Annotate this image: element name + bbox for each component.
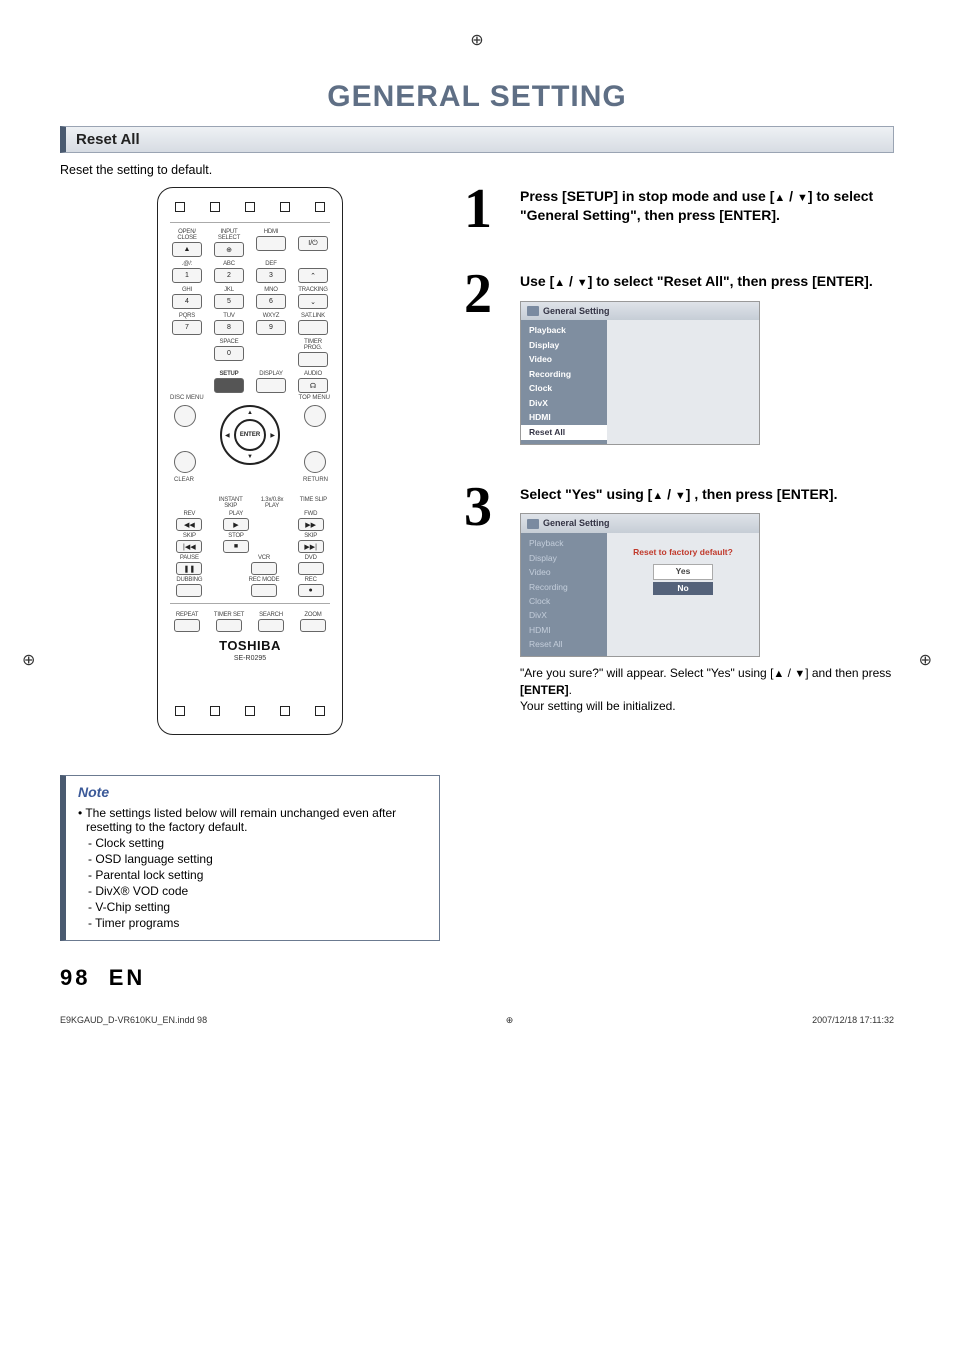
step-1-num: 1 bbox=[464, 187, 510, 232]
step-3: 3 Select "Yes" using [▲ / ▼] , then pres… bbox=[464, 485, 894, 715]
remote-control-diagram: OPEN/ CLOSE▲ INPUT SELECT⊕ HDMI I/⏻ .@/:… bbox=[157, 187, 343, 735]
btn-enter: ENTER bbox=[234, 419, 266, 451]
remote-brand: TOSHIBA bbox=[219, 638, 281, 653]
btn-search bbox=[258, 619, 284, 632]
step-1: 1 Press [SETUP] in stop mode and use [▲ … bbox=[464, 187, 894, 232]
btn-pause: ❚❚ bbox=[176, 562, 202, 575]
note-sub-1: - OSD language setting bbox=[78, 852, 427, 866]
btn-7: 7 bbox=[172, 320, 202, 335]
note-sub-5: - Timer programs bbox=[78, 916, 427, 930]
dialog-yes: Yes bbox=[653, 564, 713, 579]
step-2-num: 2 bbox=[464, 272, 510, 445]
btn-input-select: ⊕ bbox=[214, 242, 244, 257]
btn-skip-next: ▶▶| bbox=[298, 540, 324, 553]
btn-rec: ● bbox=[298, 584, 324, 597]
lbl-open-close: OPEN/ CLOSE bbox=[169, 229, 205, 241]
btn-ch-up: ⌃ bbox=[298, 268, 328, 283]
btn-vcr bbox=[251, 562, 277, 575]
note-title: Note bbox=[78, 784, 427, 800]
btn-6: 6 bbox=[256, 294, 286, 309]
nav-pad: ▲ ▼ ◀ ▶ ENTER bbox=[220, 405, 280, 465]
page-number: 98 EN bbox=[60, 965, 894, 991]
lbl-return: RETURN bbox=[303, 477, 328, 483]
btn-satlink bbox=[298, 320, 328, 335]
lbl-input-select: INPUT SELECT bbox=[211, 229, 247, 241]
btn-2: 2 bbox=[214, 268, 244, 283]
wrench-icon bbox=[527, 519, 539, 529]
reg-mark-top: ⊕ bbox=[60, 30, 894, 50]
footer-left: E9KGAUD_D-VR610KU_EN.indd 98 bbox=[60, 1015, 207, 1026]
btn-top-menu bbox=[304, 405, 326, 427]
btn-audio: ☊ bbox=[298, 378, 328, 393]
footer-right: 2007/12/18 17:11:32 bbox=[812, 1015, 894, 1026]
lbl-hdmi: HDMI bbox=[264, 229, 279, 235]
btn-play: ▶ bbox=[223, 518, 249, 531]
btn-setup bbox=[214, 378, 244, 393]
note-sub-2: - Parental lock setting bbox=[78, 868, 427, 882]
menu-selected-reset-all: Reset All bbox=[521, 425, 607, 439]
note-sub-4: - V-Chip setting bbox=[78, 900, 427, 914]
btn-timer-set bbox=[216, 619, 242, 632]
reg-mark-left: ⊕ bbox=[22, 650, 35, 670]
btn-hdmi bbox=[256, 236, 286, 251]
remote-model: SE-R0295 bbox=[234, 655, 266, 662]
btn-repeat bbox=[174, 619, 200, 632]
lbl-top-menu: TOP MENU bbox=[299, 395, 330, 401]
dialog-no: No bbox=[653, 582, 713, 595]
note-main: The settings listed below will remain un… bbox=[78, 806, 427, 834]
btn-display bbox=[256, 378, 286, 393]
step-2: 2 Use [▲ / ▼] to select "Reset All", the… bbox=[464, 272, 894, 445]
page-title: GENERAL SETTING bbox=[60, 80, 894, 114]
btn-power: I/⏻ bbox=[298, 236, 328, 251]
dialog-question: Reset to factory default? bbox=[615, 547, 751, 558]
btn-timer-prog bbox=[298, 352, 328, 367]
menu-screenshot-3: General Setting Playback Display Video R… bbox=[520, 513, 760, 657]
btn-ch-dn: ⌄ bbox=[298, 294, 328, 309]
btn-9: 9 bbox=[256, 320, 286, 335]
step-3-num: 3 bbox=[464, 485, 510, 715]
btn-rev: ◀◀ bbox=[176, 518, 202, 531]
btn-skip-prev: |◀◀ bbox=[176, 540, 202, 553]
reg-mark-bottom: ⊕ bbox=[506, 1015, 514, 1026]
btn-dvd bbox=[298, 562, 324, 575]
btn-clear bbox=[174, 451, 196, 473]
lbl-clear: CLEAR bbox=[174, 477, 194, 483]
btn-disc-menu bbox=[174, 405, 196, 427]
btn-5: 5 bbox=[214, 294, 244, 309]
reg-mark-right: ⊕ bbox=[919, 650, 932, 670]
btn-stop: ■ bbox=[223, 540, 249, 553]
up-arrow-icon: ▲ bbox=[774, 191, 785, 206]
btn-4: 4 bbox=[172, 294, 202, 309]
btn-zoom bbox=[300, 619, 326, 632]
note-sub-0: - Clock setting bbox=[78, 836, 427, 850]
btn-open-close: ▲ bbox=[172, 242, 202, 257]
btn-dubbing bbox=[176, 584, 202, 597]
btn-fwd: ▶▶ bbox=[298, 518, 324, 531]
btn-0: 0 bbox=[214, 346, 244, 361]
note-box: Note The settings listed below will rema… bbox=[60, 775, 440, 941]
section-heading: Reset All bbox=[60, 126, 894, 153]
note-sub-3: - DivX® VOD code bbox=[78, 884, 427, 898]
menu-screenshot-2: General Setting Playback Display Video R… bbox=[520, 301, 760, 445]
wrench-icon bbox=[527, 306, 539, 316]
intro-text: Reset the setting to default. bbox=[60, 163, 894, 177]
down-arrow-icon: ▼ bbox=[797, 191, 808, 206]
btn-rec-mode bbox=[251, 584, 277, 597]
btn-return bbox=[304, 451, 326, 473]
btn-1: 1 bbox=[172, 268, 202, 283]
lbl-disc-menu: DISC MENU bbox=[170, 395, 204, 401]
btn-8: 8 bbox=[214, 320, 244, 335]
btn-3: 3 bbox=[256, 268, 286, 283]
